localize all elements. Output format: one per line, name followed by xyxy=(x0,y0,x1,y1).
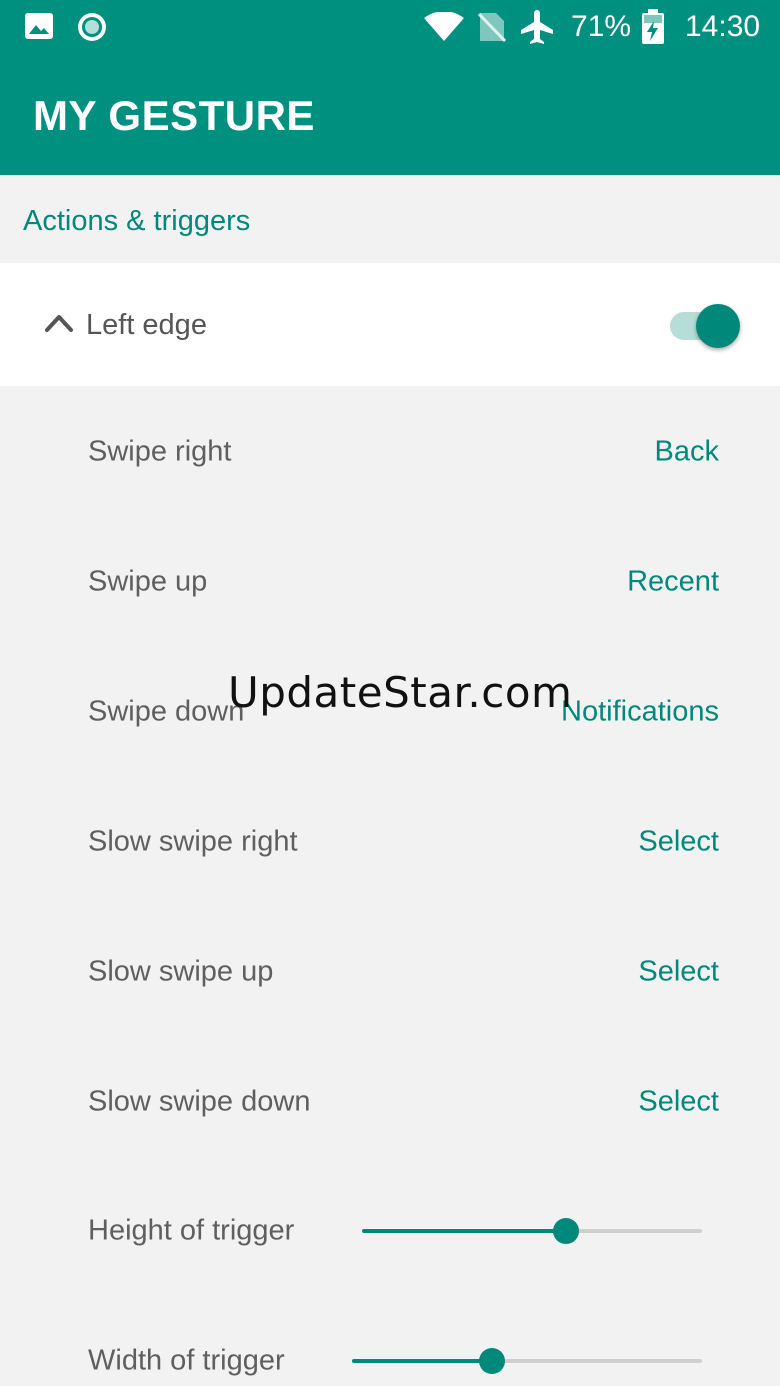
action-value[interactable]: Recent xyxy=(627,566,719,599)
wifi-icon xyxy=(424,12,464,42)
airplane-icon xyxy=(520,9,554,45)
action-value[interactable]: Select xyxy=(638,1086,719,1119)
width-slider[interactable] xyxy=(352,1346,702,1376)
action-label: Slow swipe right xyxy=(88,825,298,858)
record-icon xyxy=(76,11,108,43)
clock: 14:30 xyxy=(685,10,761,43)
action-row-slow-swipe-up[interactable]: Slow swipe up Select xyxy=(0,907,780,1037)
page-title: MY GESTURE xyxy=(33,92,315,139)
slider-thumb[interactable] xyxy=(479,1348,505,1374)
action-label: Swipe down xyxy=(88,695,245,728)
status-bar: 71% 14:30 xyxy=(0,0,780,56)
slider-row-width: Width of trigger xyxy=(0,1296,780,1386)
action-label: Slow swipe up xyxy=(88,955,274,988)
left-edge-group-row[interactable]: Left edge xyxy=(0,263,780,386)
app-bar: MY GESTURE xyxy=(0,56,780,175)
action-label: Slow swipe down xyxy=(88,1085,311,1118)
image-icon xyxy=(24,12,54,40)
watermark: UpdateStar.com xyxy=(228,668,573,717)
action-label: Swipe right xyxy=(88,435,232,468)
battery-charging-icon xyxy=(641,9,665,45)
action-value[interactable]: Notifications xyxy=(561,696,719,729)
group-label: Left edge xyxy=(86,309,207,341)
toggle-thumb xyxy=(696,304,740,348)
left-edge-toggle[interactable] xyxy=(668,303,742,349)
action-row-slow-swipe-right[interactable]: Slow swipe right Select xyxy=(0,777,780,907)
slider-fill xyxy=(352,1359,492,1363)
action-row-swipe-right[interactable]: Swipe right Back xyxy=(0,387,780,517)
action-value[interactable]: Select xyxy=(638,956,719,989)
section-title: Actions & triggers xyxy=(23,205,251,237)
slider-thumb[interactable] xyxy=(553,1218,579,1244)
slider-row-height: Height of trigger xyxy=(0,1166,780,1296)
chevron-up-icon[interactable] xyxy=(44,311,74,335)
action-row-slow-swipe-down[interactable]: Slow swipe down Select xyxy=(0,1037,780,1167)
action-value[interactable]: Select xyxy=(638,826,719,859)
slider-label: Height of trigger xyxy=(88,1214,295,1247)
battery-percent: 71% xyxy=(571,10,632,43)
action-label: Swipe up xyxy=(88,565,208,598)
action-value[interactable]: Back xyxy=(655,436,719,469)
action-row-swipe-up[interactable]: Swipe up Recent xyxy=(0,517,780,647)
slider-label: Width of trigger xyxy=(88,1344,285,1377)
section-header: Actions & triggers xyxy=(0,175,780,263)
slider-fill xyxy=(362,1229,566,1233)
no-sim-icon xyxy=(478,11,506,43)
height-slider[interactable] xyxy=(362,1216,702,1246)
